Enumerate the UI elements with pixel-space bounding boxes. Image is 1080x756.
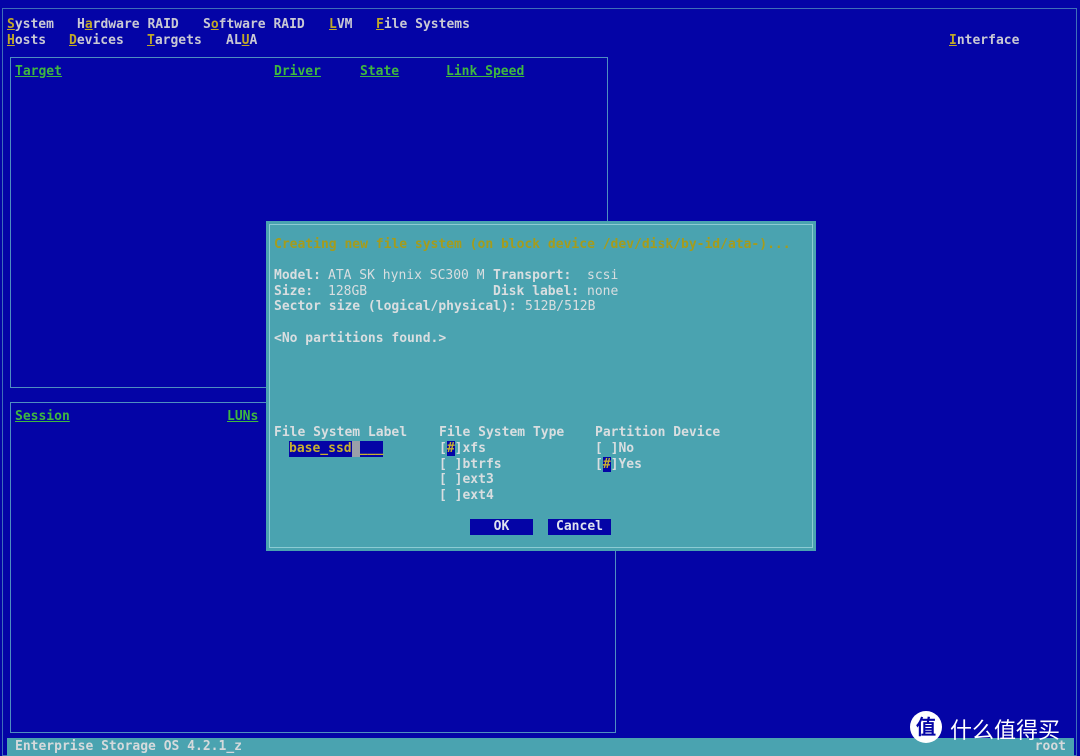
- ok-button[interactable]: OK: [470, 519, 533, 535]
- transport-label: Transport:: [493, 268, 572, 283]
- radio-label: No: [618, 441, 635, 456]
- fs-label-heading: File System Label: [274, 425, 408, 440]
- radio-mark: [447, 457, 455, 472]
- fs-label-input[interactable]: base_ssd: [289, 441, 352, 457]
- partition-heading: Partition Device: [595, 425, 721, 440]
- radio-mark: [447, 472, 455, 487]
- create-filesystem-dialog: Creating new file system (on block devic…: [266, 221, 816, 551]
- model-label: Model:: [274, 268, 321, 283]
- menu-devices[interactable]: Devices: [69, 33, 124, 49]
- radio-label: Yes: [618, 456, 642, 472]
- disk-label-label: Disk label:: [493, 284, 580, 299]
- radio-Yes[interactable]: [#]Yes: [595, 456, 642, 473]
- dialog-title: Creating new file system (on block devic…: [274, 237, 791, 252]
- model-value: ATA SK hynix SC300 M: [328, 268, 485, 283]
- column-state[interactable]: State: [360, 64, 399, 80]
- radio-label: btrfs: [462, 456, 502, 472]
- radio-xfs[interactable]: [#]xfs: [439, 441, 486, 457]
- menu-file-systems[interactable]: File Systems: [376, 17, 470, 33]
- radio-label: xfs: [462, 441, 486, 456]
- radio-ext3[interactable]: [ ]ext3: [439, 472, 494, 488]
- text-cursor: [352, 441, 360, 457]
- status-os-version: Enterprise Storage OS 4.2.1_z: [15, 739, 242, 754]
- radio-mark: #: [602, 456, 611, 472]
- menu-lvm[interactable]: LVM: [329, 17, 352, 33]
- radio-label: ext3: [462, 472, 494, 488]
- radio-mark: #: [446, 441, 455, 456]
- radio-ext4[interactable]: [ ]ext4: [439, 488, 494, 504]
- menu-hosts[interactable]: Hosts: [7, 33, 46, 49]
- menu-targets[interactable]: Targets: [147, 33, 202, 49]
- radio-No[interactable]: [ ]No: [595, 441, 634, 457]
- radio-mark: [447, 488, 455, 503]
- fs-label-fill[interactable]: ___: [360, 441, 384, 457]
- menu-alua[interactable]: ALUA: [226, 33, 257, 49]
- size-value: 128GB: [328, 284, 368, 299]
- transport-value: scsi: [587, 268, 619, 283]
- fs-type-heading: File System Type: [439, 425, 565, 440]
- no-partitions-note: <No partitions found.>: [274, 331, 447, 346]
- column-target[interactable]: Target: [15, 64, 62, 80]
- column-driver[interactable]: Driver: [274, 64, 321, 80]
- menu-software-raid[interactable]: Software RAID: [203, 17, 305, 33]
- column-link-speed[interactable]: Link Speed: [446, 64, 524, 80]
- menu-system[interactable]: System: [7, 17, 54, 33]
- radio-btrfs[interactable]: [ ]btrfs: [439, 457, 502, 473]
- watermark-text: 什么值得买: [950, 719, 1061, 744]
- sector-size-value: 512B/512B: [525, 299, 596, 314]
- cancel-button[interactable]: Cancel: [548, 519, 611, 535]
- size-label: Size:: [274, 284, 314, 299]
- menu-interface[interactable]: Interface: [949, 33, 1019, 49]
- radio-mark: [603, 441, 611, 456]
- column-luns[interactable]: LUNs: [227, 409, 258, 425]
- status-bar: Enterprise Storage OS 4.2.1_z root: [7, 738, 1074, 756]
- sector-size-label: Sector size (logical/physical):: [274, 299, 517, 314]
- radio-label: ext4: [462, 488, 494, 504]
- menu-hardware-raid[interactable]: Hardware RAID: [77, 17, 179, 33]
- disk-label-value: none: [587, 284, 619, 299]
- column-session[interactable]: Session: [15, 409, 70, 425]
- watermark-logo-icon: 值: [910, 711, 942, 743]
